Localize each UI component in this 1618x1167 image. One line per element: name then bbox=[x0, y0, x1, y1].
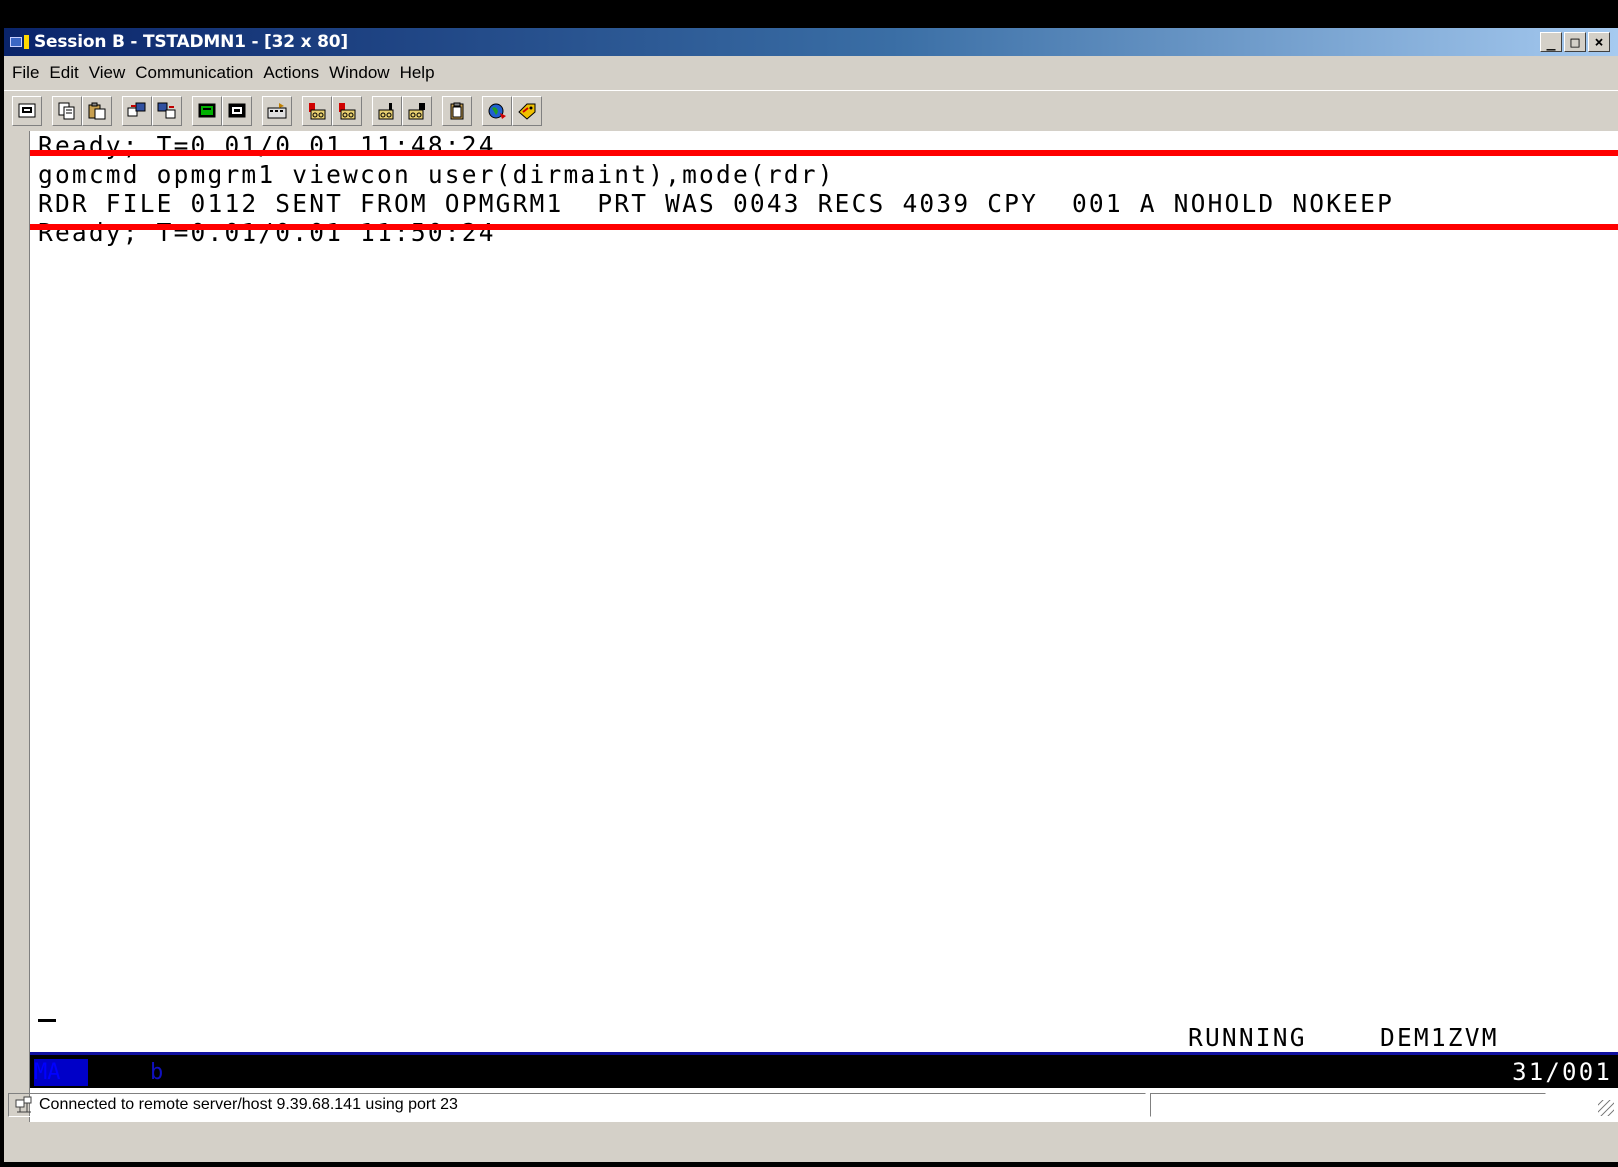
operator-information-area: MA b 31/001 bbox=[30, 1052, 1618, 1088]
help-tag-icon[interactable] bbox=[512, 96, 542, 126]
minimize-button[interactable]: _ bbox=[1540, 32, 1562, 52]
display-setup-icon[interactable] bbox=[192, 96, 222, 126]
macro-play-icon[interactable] bbox=[332, 96, 362, 126]
red-highlight-box bbox=[30, 150, 1618, 230]
menu-edit[interactable]: Edit bbox=[49, 63, 78, 83]
maximize-button[interactable]: □ bbox=[1564, 32, 1586, 52]
menu-help[interactable]: Help bbox=[400, 63, 435, 83]
menu-file[interactable]: File bbox=[12, 63, 39, 83]
oia-session-indicator: b bbox=[150, 1060, 164, 1085]
menu-view[interactable]: View bbox=[89, 63, 126, 83]
session-app-icon[interactable] bbox=[10, 33, 32, 51]
color-map-icon[interactable] bbox=[222, 96, 252, 126]
receive-file-icon[interactable] bbox=[152, 96, 182, 126]
clipboard-icon[interactable] bbox=[442, 96, 472, 126]
menu-communication[interactable]: Communication bbox=[135, 63, 253, 83]
terminal-left-margin bbox=[4, 131, 30, 1131]
title-bar[interactable]: Session B - TSTADMN1 - [32 x 80] _ □ × bbox=[4, 28, 1618, 56]
status-running: RUNNING bbox=[1188, 1023, 1307, 1052]
macro-record-icon[interactable] bbox=[302, 96, 332, 126]
status-bar-secondary-panel bbox=[1150, 1093, 1546, 1117]
window-bottom-edge bbox=[4, 1122, 1618, 1162]
network-connection-icon bbox=[13, 1096, 35, 1114]
text-cursor bbox=[38, 1019, 56, 1022]
status-bar: Connected to remote server/host 9.39.68.… bbox=[4, 1090, 1618, 1120]
terminal-screen[interactable]: Ready; T=0.01/0.01 11:48:24 gomcmd opmgr… bbox=[30, 131, 1618, 1131]
paste-icon[interactable] bbox=[82, 96, 112, 126]
print-screen-icon[interactable] bbox=[12, 96, 42, 126]
web-globe-icon[interactable] bbox=[482, 96, 512, 126]
oia-mode-indicator: MA bbox=[34, 1059, 88, 1086]
resize-grip[interactable] bbox=[1598, 1100, 1614, 1116]
copy-icon[interactable] bbox=[52, 96, 82, 126]
close-button[interactable]: × bbox=[1588, 32, 1610, 52]
transfer-receive-icon[interactable] bbox=[402, 96, 432, 126]
transfer-send-icon[interactable] bbox=[372, 96, 402, 126]
menu-actions[interactable]: Actions bbox=[263, 63, 319, 83]
connection-status-text: Connected to remote server/host 9.39.68.… bbox=[39, 1096, 458, 1113]
status-system-name: DEM1ZVM bbox=[1380, 1023, 1499, 1052]
oia-cursor-position: 31/001 bbox=[1512, 1058, 1612, 1086]
send-file-icon[interactable] bbox=[122, 96, 152, 126]
toolbar bbox=[4, 90, 1618, 131]
terminal-emulator-window: Session B - TSTADMN1 - [32 x 80] _ □ × F… bbox=[4, 28, 1618, 1162]
window-title: Session B - TSTADMN1 - [32 x 80] bbox=[34, 32, 348, 52]
menu-bar: File Edit View Communication Actions Win… bbox=[4, 58, 1618, 88]
menu-window[interactable]: Window bbox=[329, 63, 389, 83]
keyboard-map-icon[interactable] bbox=[262, 96, 292, 126]
status-bar-main-panel: Connected to remote server/host 9.39.68.… bbox=[8, 1093, 1146, 1117]
